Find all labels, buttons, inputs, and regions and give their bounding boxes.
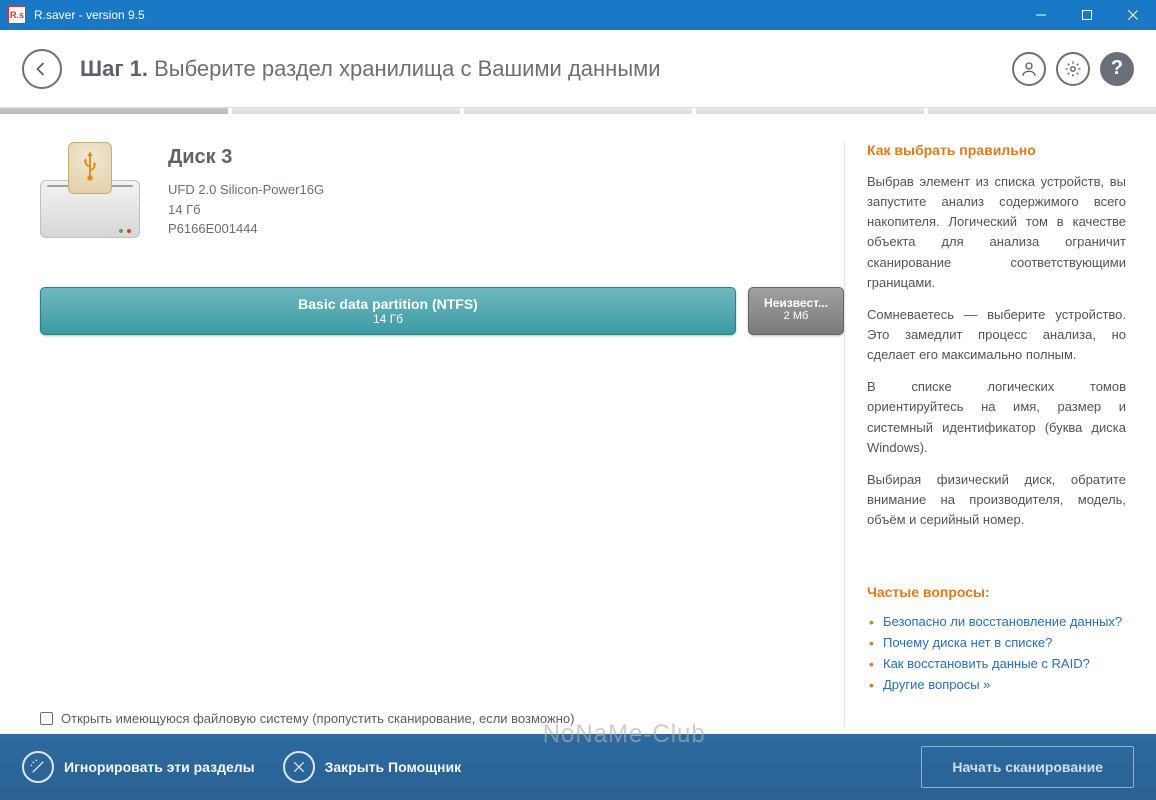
faq-heading: Частые вопросы: bbox=[867, 584, 1126, 600]
faq-link[interactable]: Почему диска нет в списке? bbox=[883, 635, 1052, 650]
partition-main-name: Basic data partition (NTFS) bbox=[51, 296, 725, 312]
partition-unknown-size: 2 Мб bbox=[759, 310, 833, 322]
disk-serial: P6166E001444 bbox=[168, 219, 324, 239]
partition-list: Basic data partition (NTFS) 14 Гб Неизве… bbox=[40, 287, 844, 335]
window-title: R.saver - version 9.5 bbox=[34, 8, 1018, 22]
wizard-progress bbox=[0, 108, 1156, 114]
window-close-button[interactable] bbox=[1110, 0, 1156, 30]
disk-title: Диск 3 bbox=[168, 142, 324, 172]
window-minimize-button[interactable] bbox=[1018, 0, 1064, 30]
gear-icon[interactable] bbox=[1056, 52, 1090, 86]
help-paragraph-1: Выбрав элемент из списка устройств, вы з… bbox=[867, 172, 1126, 293]
ignore-label: Игнорировать эти разделы bbox=[64, 759, 255, 775]
skip-scan-checkbox[interactable]: Открыть имеющуюся файловую систему (проп… bbox=[40, 711, 844, 726]
user-icon[interactable] bbox=[1012, 52, 1046, 86]
start-scan-button[interactable]: Начать сканирование bbox=[921, 746, 1134, 788]
partition-main-size: 14 Гб bbox=[51, 312, 725, 326]
partition-unknown-name: Неизвест... bbox=[759, 296, 833, 310]
help-paragraph-3: В списке логических томов ориентируйтесь… bbox=[867, 377, 1126, 458]
help-paragraph-2: Сомневаетесь — выберите устройство. Это … bbox=[867, 305, 1126, 365]
help-panel: Как выбрать правильно Выбрав элемент из … bbox=[844, 142, 1144, 726]
step-number: Шаг 1. bbox=[80, 56, 148, 81]
window-maximize-button[interactable] bbox=[1064, 0, 1110, 30]
ignore-partitions-button[interactable]: Игнорировать эти разделы bbox=[22, 751, 255, 783]
back-button[interactable] bbox=[22, 49, 62, 89]
close-helper-button[interactable]: Закрыть Помощник bbox=[283, 751, 461, 783]
faq-link[interactable]: Как восстановить данные с RAID? bbox=[883, 656, 1090, 671]
help-icon[interactable]: ? bbox=[1100, 52, 1134, 86]
faq-link[interactable]: Безопасно ли восстановление данных? bbox=[883, 614, 1122, 629]
partition-unknown[interactable]: Неизвест... 2 Мб bbox=[748, 287, 844, 335]
faq-link[interactable]: Другие вопросы » bbox=[883, 677, 990, 692]
step-title: Шаг 1. Выберите раздел хранилища с Вашим… bbox=[80, 56, 661, 82]
usb-disk-icon bbox=[40, 142, 140, 238]
close-helper-label: Закрыть Помощник bbox=[325, 759, 461, 775]
disk-size: 14 Гб bbox=[168, 200, 324, 220]
wand-icon bbox=[22, 751, 54, 783]
skip-scan-label: Открыть имеющуюся файловую систему (проп… bbox=[61, 711, 574, 726]
app-icon: R.s bbox=[8, 6, 26, 24]
step-header: Шаг 1. Выберите раздел хранилища с Вашим… bbox=[0, 30, 1156, 108]
disk-info-block: Диск 3 UFD 2.0 Silicon-Power16G 14 Гб P6… bbox=[40, 142, 844, 239]
faq-list: Безопасно ли восстановление данных? Поче… bbox=[867, 614, 1126, 692]
footer-bar: Игнорировать эти разделы Закрыть Помощни… bbox=[0, 734, 1156, 800]
close-icon bbox=[283, 751, 315, 783]
window-titlebar: R.s R.saver - version 9.5 bbox=[0, 0, 1156, 30]
step-description: Выберите раздел хранилища с Вашими данны… bbox=[154, 56, 660, 81]
checkbox-box[interactable] bbox=[40, 712, 53, 725]
help-heading: Как выбрать правильно bbox=[867, 142, 1126, 158]
disk-model: UFD 2.0 Silicon-Power16G bbox=[168, 180, 324, 200]
help-paragraph-4: Выбирая физический диск, обратите вниман… bbox=[867, 470, 1126, 530]
partition-main[interactable]: Basic data partition (NTFS) 14 Гб bbox=[40, 287, 736, 335]
